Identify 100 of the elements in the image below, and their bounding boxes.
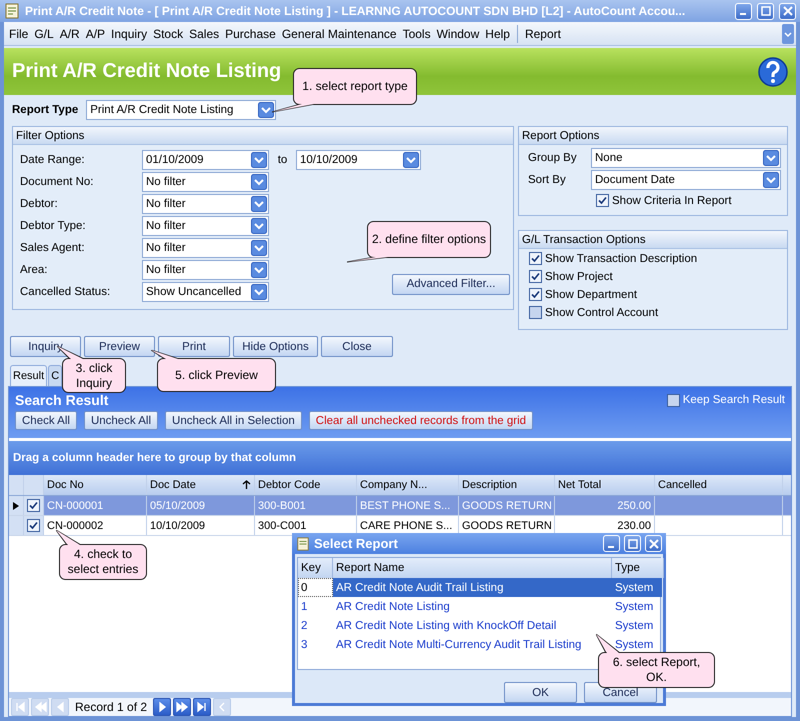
chevron-down-icon[interactable] [782,24,794,44]
group-title: Report Options [519,127,787,145]
list-row[interactable]: 0 AR Credit Note Audit Trail Listing System [298,578,660,598]
menu-item[interactable]: Tools [400,24,434,42]
list-row[interactable]: 2 AR Credit Note Listing with KnockOff Detail System [298,616,660,636]
callout-tooltip: 5. click Preview [151,350,277,393]
column-header[interactable]: Doc Date [147,475,255,495]
table-cell-text: System [614,600,654,615]
chevron-down-icon[interactable] [763,150,779,166]
last-page-icon[interactable] [193,698,212,716]
minimize-icon[interactable] [603,535,620,552]
checkbox[interactable] [27,519,40,532]
menu-item[interactable]: File [6,24,32,42]
dropdown-field[interactable]: Document Date [591,170,781,190]
column-header[interactable]: Cancelled [655,475,783,495]
toolbar-button[interactable]: Check All [15,411,77,430]
checkbox[interactable] [27,499,40,512]
panel-title: Search Result [15,392,108,408]
checkbox[interactable] [529,306,542,319]
document-icon [4,3,20,19]
dialog-title: Select Report [314,536,399,552]
column-header[interactable]: Key [298,558,333,578]
checkbox[interactable] [529,270,542,283]
checkbox-label: Show Control Account [545,306,658,318]
close-icon[interactable] [645,535,662,552]
advanced-filter-button[interactable]: Advanced Filter... [392,274,510,294]
table-cell-text: 3 [300,638,308,653]
dropdown-field[interactable]: No filter [142,216,269,236]
toolbar-button[interactable]: Clear all unchecked records from the grid [308,411,534,430]
menu-item[interactable]: Report [522,24,564,42]
dropdown-field[interactable]: 10/10/2009 [296,150,421,170]
menu-item[interactable]: A/R [56,24,83,42]
column-header[interactable]: Doc No [44,475,147,495]
column-header[interactable]: Type [612,558,664,578]
column-header[interactable]: Debtor Code [255,475,357,495]
dropdown-field[interactable]: Show Uncancelled [142,282,269,302]
column-header[interactable]: Report Name [333,558,612,578]
action-button[interactable]: Hide Options [233,336,318,357]
action-button[interactable]: Inquiry [10,336,81,357]
checkbox[interactable] [596,194,609,207]
menu-item[interactable]: General Maintenance [278,24,400,42]
group-title: Filter Options [13,127,513,145]
column-header[interactable]: Company N... [357,475,459,495]
chevron-down-icon[interactable] [251,240,267,256]
menu-item[interactable]: Help [482,24,513,42]
page-title: Print A/R Credit Note Listing [12,60,282,83]
chevron-down-icon[interactable] [251,174,267,190]
maximize-icon[interactable] [757,2,774,20]
dropdown-field[interactable]: No filter [142,172,269,192]
help-icon[interactable] [758,56,788,88]
dropdown-field[interactable]: No filter [142,194,269,214]
table-cell: GOODS RETURN [459,496,555,515]
action-button[interactable]: Preview [84,336,155,357]
field-label: Date Range: [20,154,86,166]
close-icon[interactable] [779,2,796,20]
table-cell: BEST PHONE S... [357,496,459,515]
tab[interactable]: C [48,365,62,386]
chevron-down-icon[interactable] [251,262,267,278]
column-header[interactable]: Net Total [555,475,655,495]
fast-forward-icon[interactable] [173,698,192,716]
chevron-down-icon[interactable] [258,102,274,118]
next-icon[interactable] [153,698,172,716]
checkbox[interactable] [666,394,680,406]
action-button[interactable]: Print [158,336,230,357]
dialog-button[interactable]: OK [504,682,577,703]
table-cell: 250.00 [555,496,655,515]
list-row[interactable]: 3 AR Credit Note Multi-Currency Audit Trail Listing System [298,635,660,654]
dropdown-field[interactable]: 01/10/2009 [142,150,269,170]
window-title: Print A/R Credit Note - [ Print A/R Credit Note Listing ] - LEARNNG AUTOCOUNT SDN BHD [L2] - AutoCount Accou... [25,4,686,18]
tab[interactable]: Result [10,365,48,386]
menu-item[interactable]: Inquiry [108,24,150,42]
chevron-down-icon[interactable] [763,172,779,188]
field-label: Group By [528,152,578,164]
table-row[interactable]: CN-000002 10/10/2009 300-C001 CARE PHONE S... GOODS RETURN 230.00 [9,516,791,536]
table-cell: 05/10/2009 [147,496,255,515]
menu-item[interactable]: Purchase [222,24,279,42]
maximize-icon[interactable] [624,535,641,552]
dropdown-field[interactable]: No filter [142,238,269,258]
dropdown-field[interactable]: No filter [142,260,269,280]
menu-item[interactable]: Sales [186,24,222,42]
menu-item[interactable]: Window [434,24,482,42]
chevron-down-icon[interactable] [251,284,267,300]
menu-item[interactable]: G/L [31,24,57,42]
dropdown-field[interactable]: Print A/R Credit Note Listing [86,100,276,120]
toolbar-button[interactable]: Uncheck All [84,411,158,430]
checkbox-label: Show Department [545,288,638,300]
menu-item[interactable]: A/P [82,24,108,42]
chevron-down-icon[interactable] [251,152,267,168]
chevron-down-icon[interactable] [251,218,267,234]
toolbar-button[interactable]: Uncheck All in Selection [165,411,302,430]
dropdown-field[interactable]: None [591,148,781,168]
menu-item[interactable]: Stock [150,24,186,42]
minimize-icon[interactable] [735,2,752,20]
chevron-down-icon[interactable] [403,152,419,168]
checkbox[interactable] [529,288,542,301]
action-button[interactable]: Close [321,336,393,357]
list-row[interactable]: 1 AR Credit Note Listing System [298,597,660,616]
chevron-down-icon[interactable] [251,196,267,212]
checkbox[interactable] [529,252,542,265]
column-header[interactable]: Description [459,475,555,495]
